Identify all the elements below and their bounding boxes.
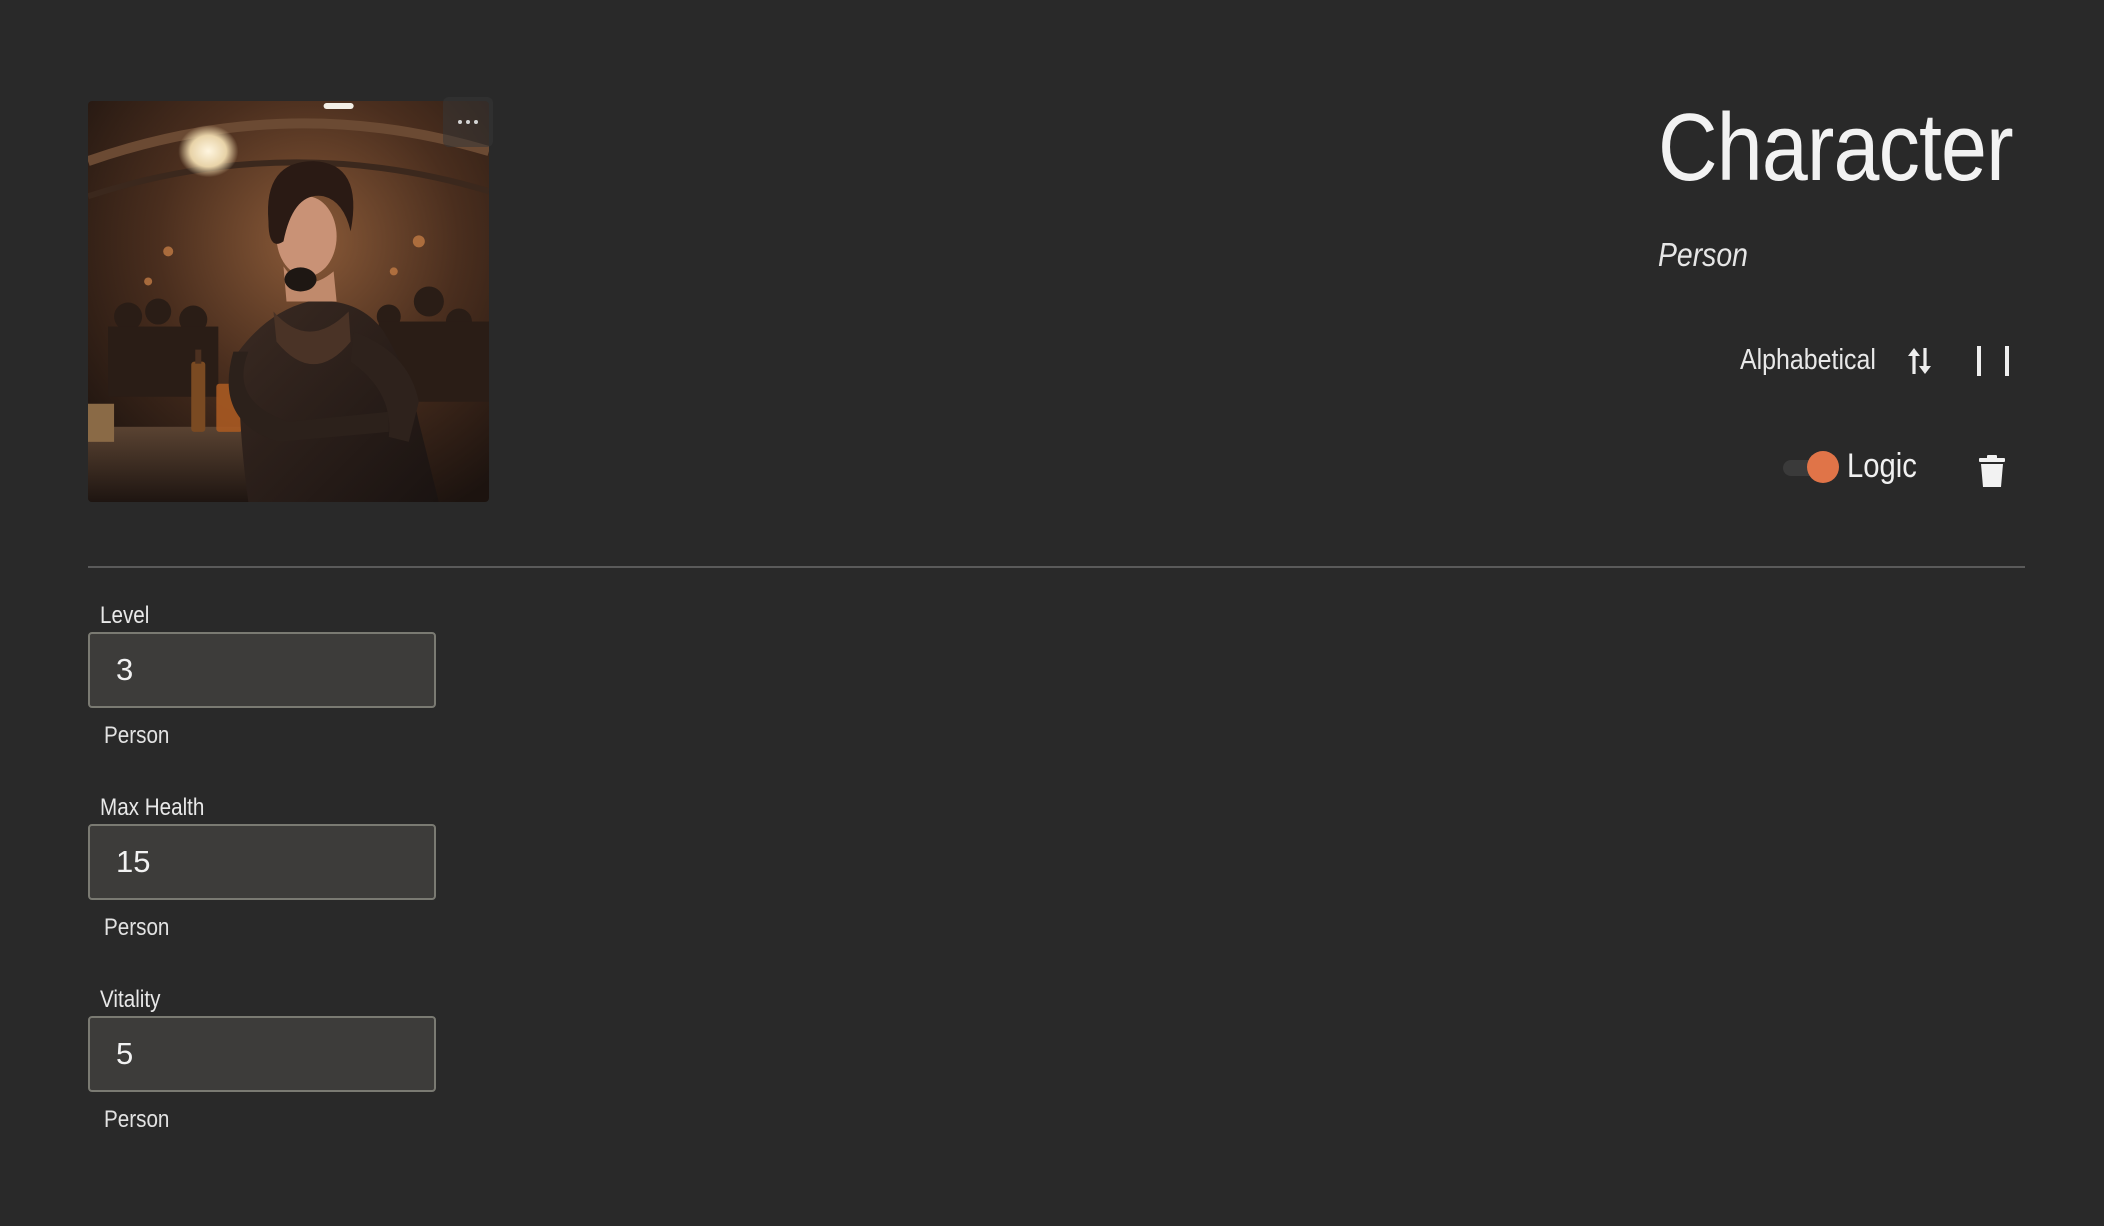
field-helper-text: Person [104, 1106, 170, 1133]
field-helper-text: Person [104, 914, 170, 941]
sort-swap-icon[interactable] [1905, 344, 1935, 378]
field-max-health: Max Health Person [88, 794, 440, 954]
vitality-input[interactable] [88, 1016, 436, 1092]
field-label: Vitality [100, 986, 161, 1013]
max-health-input[interactable] [88, 824, 436, 900]
toggle-thumb [1807, 451, 1839, 483]
sort-controls: Alphabetical [1740, 340, 2009, 380]
logic-controls: Logic [1780, 445, 2020, 490]
more-horizontal-icon [458, 120, 478, 124]
field-label: Level [100, 602, 150, 629]
trash-icon[interactable] [1979, 455, 2005, 487]
character-portrait[interactable] [88, 101, 489, 502]
page-subtitle: Person [1658, 236, 1748, 273]
field-level: Level Person [88, 602, 440, 762]
level-input[interactable] [88, 632, 436, 708]
image-options-button[interactable] [443, 97, 493, 147]
section-divider [88, 566, 2025, 568]
logic-toggle-switch[interactable] [1780, 449, 1840, 485]
page-title: Character [1658, 94, 2014, 201]
columns-pipe-icon[interactable] [1977, 346, 2013, 376]
logic-toggle-label: Logic [1847, 447, 1917, 485]
portrait-illustration [88, 101, 489, 502]
field-vitality: Vitality Person [88, 986, 440, 1146]
character-editor: Character Person Alphabetical Logic Leve… [0, 0, 2104, 1226]
field-label: Max Health [100, 794, 205, 821]
sort-order-label[interactable]: Alphabetical [1740, 344, 1878, 377]
field-helper-text: Person [104, 722, 170, 749]
